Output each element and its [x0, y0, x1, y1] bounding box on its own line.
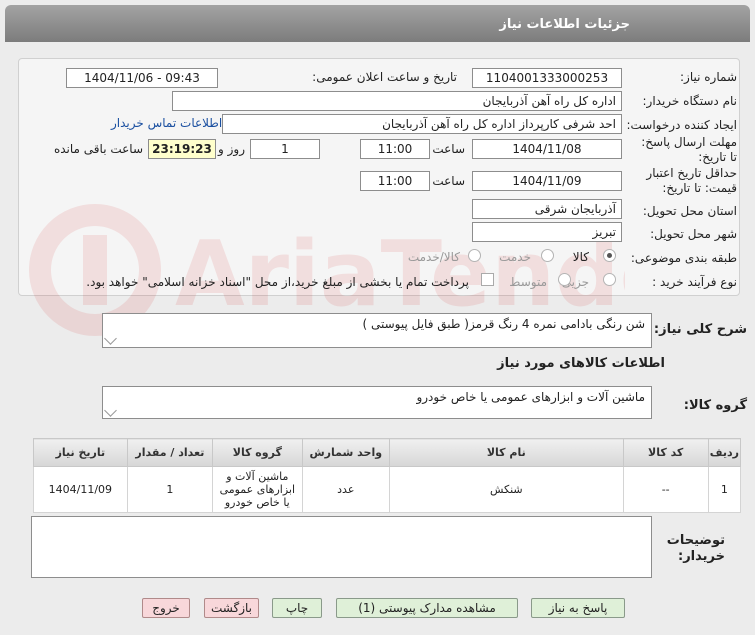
process-radio-medium[interactable] — [558, 273, 571, 286]
need-number-field: 1104001333000253 — [472, 68, 622, 88]
goods-table: ردیف کد کالا نام کالا واحد شمارش گروه کا… — [33, 438, 742, 513]
countdown-field: 23:19:23 — [148, 139, 216, 159]
print-button[interactable]: چاپ — [272, 598, 322, 618]
deadline-label: مهلت ارسال پاسخ: تا تاریخ: — [641, 135, 737, 164]
col-unit: واحد شمارش — [301, 438, 391, 467]
deadline-time-field: 11:00 — [360, 139, 430, 159]
days-remaining-field: 1 — [250, 139, 320, 159]
cell-need-date: 1404/11/09 — [33, 466, 128, 513]
deadline-date-field: 1404/11/08 — [472, 139, 622, 159]
buyer-field: اداره کل راه آهن آذربایجان — [172, 91, 622, 111]
col-code: کد کالا — [622, 438, 709, 467]
col-group: گروه کالا — [212, 438, 303, 467]
category-radio-goods[interactable] — [603, 249, 616, 262]
table-row: 1 -- شنکش عدد ماشین آلات و ابزارهای عموم… — [33, 466, 742, 513]
category-label: طبقه بندی موضوعی: — [630, 251, 737, 265]
province-field: آذربایجان شرقی — [472, 199, 622, 219]
cell-group: ماشین آلات و ابزارهای عمومی یا خاص خودرو — [212, 466, 303, 513]
process-option-medium: متوسط — [509, 275, 547, 289]
cell-name: شنکش — [389, 466, 624, 513]
announce-datetime-label: تاریخ و ساعت اعلان عمومی: — [312, 70, 457, 84]
validity-date-field: 1404/11/09 — [472, 171, 622, 191]
category-option-goods: کالا — [572, 250, 589, 264]
validity-label: حداقل تاریخ اعتبار قیمت: تا تاریخ: — [646, 166, 737, 195]
category-option-service: خدمت — [499, 250, 531, 264]
goods-section-title: اطلاعات کالاهای مورد نیاز — [497, 356, 665, 371]
cell-code: -- — [622, 466, 709, 513]
description-label: شرح کلی نیاز: — [653, 322, 747, 337]
process-radio-minor[interactable] — [603, 273, 616, 286]
creator-label: ایجاد کننده درخواست: — [626, 118, 737, 132]
category-radio-service[interactable] — [541, 249, 554, 262]
buyer-notes-label: توضیحات خریدار: — [666, 533, 725, 564]
col-quantity: تعداد / مقدار — [126, 438, 214, 467]
table-header-row: ردیف کد کالا نام کالا واحد شمارش گروه کا… — [33, 438, 742, 467]
creator-field: احد شرفی کارپرداز اداره کل راه آهن آذربا… — [222, 114, 622, 134]
cell-quantity: 1 — [126, 466, 214, 513]
province-label: استان محل تحویل: — [642, 204, 737, 218]
view-attachments-button[interactable]: مشاهده مدارک پیوستی (1) — [336, 598, 518, 618]
city-field: تبریز — [472, 222, 622, 242]
announce-datetime-field: 1404/11/06 - 09:43 — [66, 68, 218, 88]
col-name: نام کالا — [389, 438, 624, 467]
process-type-label: نوع فرآیند خرید : — [652, 275, 737, 289]
col-row: ردیف — [707, 438, 742, 467]
days-label: روز و — [218, 142, 245, 156]
validity-time-field: 11:00 — [360, 171, 430, 191]
buyer-contact-link[interactable]: اطلاعات تماس خریدار — [111, 116, 222, 130]
cell-unit: عدد — [301, 466, 391, 513]
reply-button[interactable]: پاسخ به نیاز — [531, 598, 625, 618]
treasury-payment-note: پرداخت تمام یا بخشی از مبلغ خرید،از محل … — [86, 275, 469, 289]
need-number-label: شماره نیاز: — [680, 70, 737, 84]
category-radio-goods-service[interactable] — [468, 249, 481, 262]
back-button[interactable]: بازگشت — [204, 598, 259, 618]
deadline-time-label: ساعت — [432, 142, 465, 156]
buyer-notes-field — [31, 516, 652, 578]
col-need-date: تاریخ نیاز — [33, 438, 128, 467]
treasury-payment-checkbox[interactable] — [481, 273, 494, 286]
page-title: جزئیات اطلاعات نیاز — [5, 5, 750, 42]
goods-group-field: ماشین آلات و ابزارهای عمومی یا خاص خودرو — [102, 386, 652, 419]
buyer-label: نام دستگاه خریدار: — [642, 94, 738, 108]
description-field: شن رنگی بادامی نمره 4 رنگ قرمز( طبق فایل… — [102, 313, 652, 348]
cell-row: 1 — [707, 466, 742, 513]
remaining-label: ساعت باقی مانده — [53, 142, 143, 156]
validity-time-label: ساعت — [432, 174, 465, 188]
category-option-goods-service: کالا/خدمت — [407, 250, 460, 264]
city-label: شهر محل تحویل: — [650, 227, 737, 241]
goods-group-label: گروه کالا: — [683, 398, 747, 413]
exit-button[interactable]: خروج — [142, 598, 190, 618]
